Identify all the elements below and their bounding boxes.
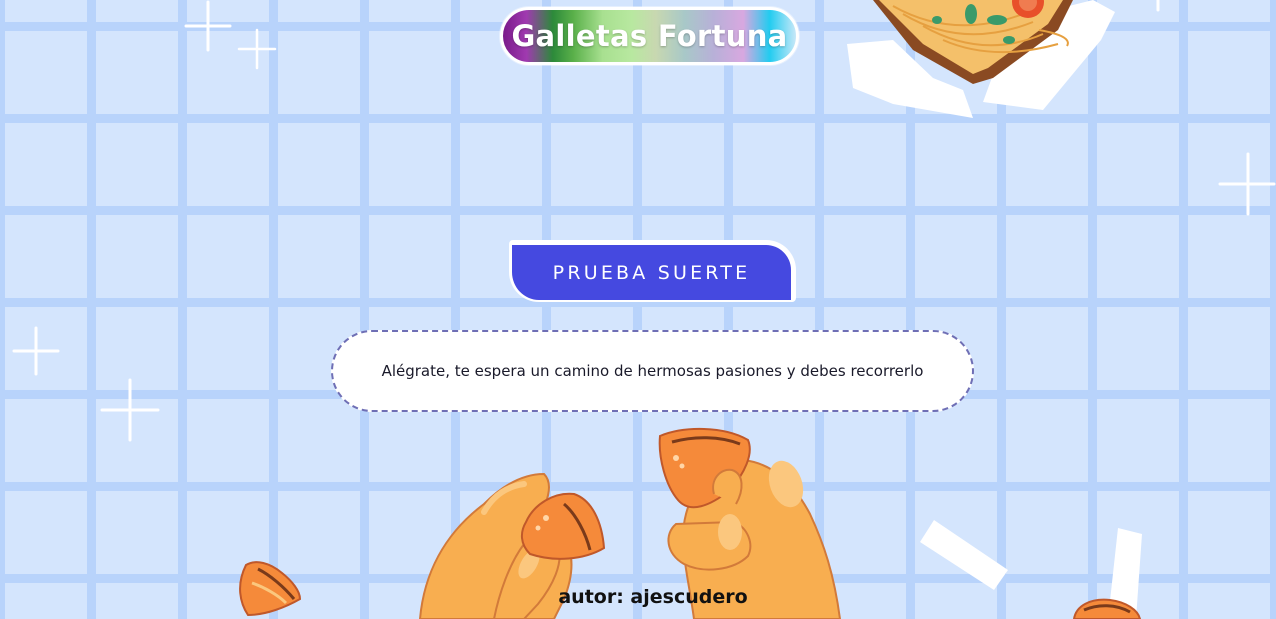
sparkle-icon (12, 326, 60, 376)
sparkle-icon (1218, 152, 1276, 216)
noodle-box-icon (847, 0, 1115, 118)
page: { "header": { "title": "Galletas Fortuna… (0, 0, 1276, 619)
sparkle-icon (237, 28, 277, 70)
fortune-message-box: Alégrate, te espera un camino de hermosa… (331, 330, 974, 412)
page-title-badge: Galletas Fortuna (500, 7, 799, 65)
sparkle-icon (100, 378, 160, 442)
author-label: autor: ajescudero (558, 586, 748, 608)
try-luck-button[interactable]: Prueba suerte (509, 240, 796, 302)
sparkle-icon (1156, 0, 1160, 12)
fortune-message: Alégrate, te espera un camino de hermosa… (381, 362, 924, 380)
author-footer: autor: ajescudero (0, 586, 1276, 608)
page-title: Galletas Fortuna (511, 19, 788, 53)
paper-slip-icon (920, 520, 1008, 590)
sparkle-icon (184, 0, 232, 52)
